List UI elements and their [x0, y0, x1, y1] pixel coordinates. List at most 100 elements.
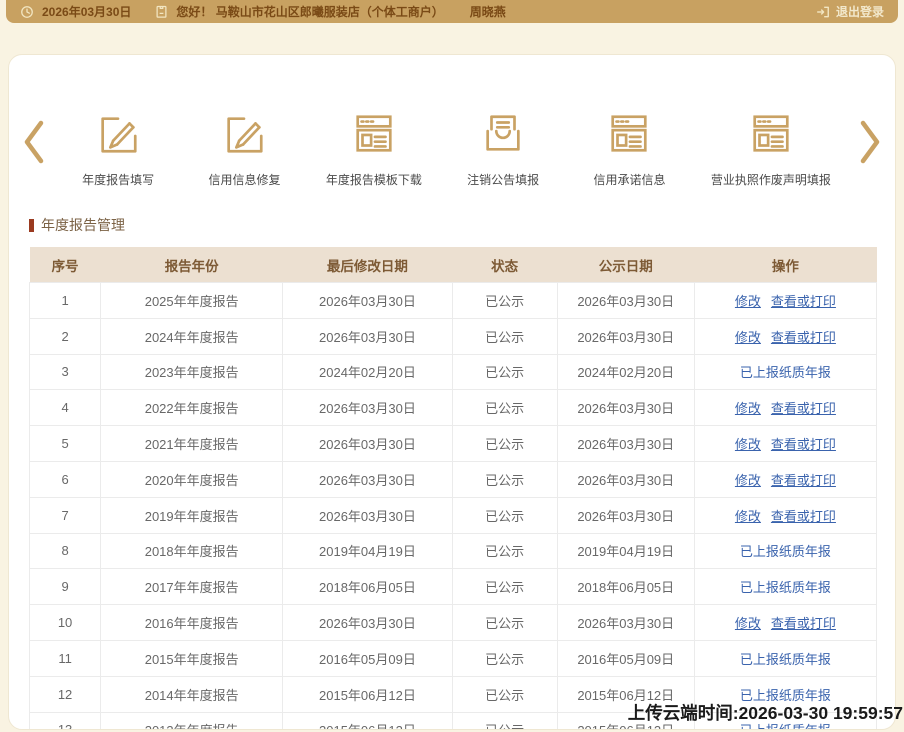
publish-date: 2026年03月30日 — [557, 426, 694, 462]
action-link[interactable]: 修改 — [735, 473, 761, 488]
feature-label: 营业执照作废声明填报 — [711, 171, 831, 188]
status: 已公示 — [452, 426, 557, 462]
row-number: 11 — [30, 640, 101, 676]
feature-license-void-statement[interactable]: 营业执照作废声明填报 — [711, 101, 831, 188]
edit-icon — [221, 101, 267, 157]
feature-annual-report-fill[interactable]: 年度报告填写 — [73, 101, 163, 188]
action-link[interactable]: 修改 — [735, 330, 761, 345]
last-modified-date: 2026年03月30日 — [283, 283, 452, 319]
paper-report-status: 已上报纸质年报 — [740, 365, 831, 380]
feature-template-download[interactable]: 年度报告模板下载 — [326, 101, 422, 188]
action-link[interactable]: 查看或打印 — [771, 330, 836, 345]
report-year: 2025年年度报告 — [101, 283, 283, 319]
row-number: 8 — [30, 533, 101, 569]
title-bullet — [29, 219, 34, 232]
table-row: 102016年年度报告2026年03月30日已公示2026年03月30日修改查看… — [30, 605, 877, 641]
action-link[interactable]: 查看或打印 — [771, 616, 836, 631]
row-number: 3 — [30, 354, 101, 390]
last-modified-date: 2015年06月12日 — [283, 676, 452, 712]
feature-label: 注销公告填报 — [467, 171, 539, 188]
feature-cancellation-notice[interactable]: 注销公告填报 — [458, 101, 548, 188]
row-number: 4 — [30, 390, 101, 426]
actions-cell: 已上报纸质年报 — [694, 640, 876, 676]
greeting-text: 您好！ 马鞍山市花山区郎曦服装店（个体工商户） — [176, 3, 443, 20]
table-row: 92017年年度报告2018年06月05日已公示2018年06月05日已上报纸质… — [30, 569, 877, 605]
section-title: 年度报告管理 — [29, 215, 895, 235]
actions-cell: 修改查看或打印 — [694, 426, 876, 462]
report-year: 2022年年度报告 — [101, 390, 283, 426]
status: 已公示 — [452, 354, 557, 390]
last-modified-date: 2026年03月30日 — [283, 426, 452, 462]
carousel-next-button[interactable] — [849, 119, 891, 170]
action-link[interactable]: 查看或打印 — [771, 437, 836, 452]
logout-button[interactable]: 退出登录 — [816, 3, 884, 20]
action-link[interactable]: 修改 — [735, 437, 761, 452]
username: 周晓燕 — [470, 3, 506, 20]
webpage-icon — [606, 101, 652, 157]
table-row: 32023年年度报告2024年02月20日已公示2024年02月20日已上报纸质… — [30, 354, 877, 390]
status: 已公示 — [452, 533, 557, 569]
status: 已公示 — [452, 318, 557, 354]
actions-cell: 修改查看或打印 — [694, 283, 876, 319]
upload-time-overlay: 上传云端时间:2026-03-30 19:59:57 — [628, 700, 903, 725]
action-link[interactable]: 查看或打印 — [771, 294, 836, 309]
publish-date: 2016年05月09日 — [557, 640, 694, 676]
publish-date: 2026年03月30日 — [557, 497, 694, 533]
table-row: 12025年年度报告2026年03月30日已公示2026年03月30日修改查看或… — [30, 283, 877, 319]
last-modified-date: 2026年03月30日 — [283, 461, 452, 497]
col-header-last-modified: 最后修改日期 — [283, 247, 452, 283]
col-header-index: 序号 — [30, 247, 101, 283]
annual-report-table: 序号 报告年份 最后修改日期 状态 公示日期 操作 12025年年度报告2026… — [29, 247, 877, 730]
actions-cell: 修改查看或打印 — [694, 605, 876, 641]
action-link[interactable]: 修改 — [735, 401, 761, 416]
report-table-body: 12025年年度报告2026年03月30日已公示2026年03月30日修改查看或… — [30, 283, 877, 731]
carousel-track: 年度报告填写 信用信息修复 年度报告模板下载 注销公告填报 — [55, 101, 849, 188]
report-year: 2013年年度报告 — [101, 712, 283, 730]
row-number: 2 — [30, 318, 101, 354]
publish-date: 2026年03月30日 — [557, 605, 694, 641]
feature-carousel: 年度报告填写 信用信息修复 年度报告模板下载 注销公告填报 — [9, 101, 895, 188]
feature-label: 年度报告填写 — [82, 171, 154, 188]
feature-credit-commitment[interactable]: 信用承诺信息 — [584, 101, 674, 188]
action-link[interactable]: 查看或打印 — [771, 473, 836, 488]
col-header-status: 状态 — [452, 247, 557, 283]
edit-icon — [95, 101, 141, 157]
action-link[interactable]: 修改 — [735, 294, 761, 309]
table-header-row: 序号 报告年份 最后修改日期 状态 公示日期 操作 — [30, 247, 877, 283]
row-number: 7 — [30, 497, 101, 533]
report-year: 2017年年度报告 — [101, 569, 283, 605]
publish-date: 2026年03月30日 — [557, 390, 694, 426]
publish-date: 2018年06月05日 — [557, 569, 694, 605]
actions-cell: 已上报纸质年报 — [694, 533, 876, 569]
publish-date: 2026年03月30日 — [557, 283, 694, 319]
section-title-text: 年度报告管理 — [41, 215, 125, 235]
row-number: 13 — [30, 712, 101, 730]
col-header-actions: 操作 — [694, 247, 876, 283]
last-modified-date: 2026年03月30日 — [283, 318, 452, 354]
feature-label: 信用承诺信息 — [593, 171, 665, 188]
report-year: 2015年年度报告 — [101, 640, 283, 676]
feature-credit-repair[interactable]: 信用信息修复 — [199, 101, 289, 188]
table-row: 42022年年度报告2026年03月30日已公示2026年03月30日修改查看或… — [30, 390, 877, 426]
logout-icon — [816, 5, 830, 19]
table-row: 82018年年度报告2019年04月19日已公示2019年04月19日已上报纸质… — [30, 533, 877, 569]
action-link[interactable]: 修改 — [735, 509, 761, 524]
action-link[interactable]: 修改 — [735, 616, 761, 631]
last-modified-date: 2026年03月30日 — [283, 390, 452, 426]
action-link[interactable]: 查看或打印 — [771, 509, 836, 524]
status: 已公示 — [452, 712, 557, 730]
report-year: 2018年年度报告 — [101, 533, 283, 569]
report-year: 2016年年度报告 — [101, 605, 283, 641]
actions-cell: 修改查看或打印 — [694, 390, 876, 426]
logout-label: 退出登录 — [836, 3, 884, 20]
table-row: 22024年年度报告2026年03月30日已公示2026年03月30日修改查看或… — [30, 318, 877, 354]
last-modified-date: 2019年04月19日 — [283, 533, 452, 569]
last-modified-date: 2026年03月30日 — [283, 605, 452, 641]
actions-cell: 修改查看或打印 — [694, 461, 876, 497]
last-modified-date: 2018年06月05日 — [283, 569, 452, 605]
carousel-prev-button[interactable] — [13, 119, 55, 170]
action-link[interactable]: 查看或打印 — [771, 401, 836, 416]
status: 已公示 — [452, 569, 557, 605]
actions-cell: 已上报纸质年报 — [694, 569, 876, 605]
table-row: 52021年年度报告2026年03月30日已公示2026年03月30日修改查看或… — [30, 426, 877, 462]
